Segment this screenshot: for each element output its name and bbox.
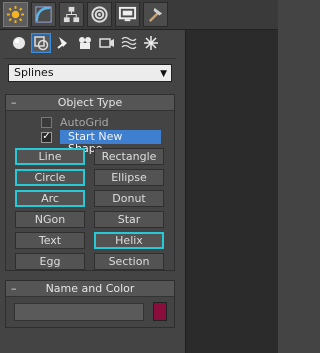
collapse-icon: – xyxy=(11,282,17,295)
object-type-header[interactable]: – Object Type xyxy=(6,95,174,111)
star-button[interactable]: Star xyxy=(94,211,164,228)
helpers-icon xyxy=(99,38,114,48)
object-color-swatch[interactable] xyxy=(153,302,167,321)
modify-icon xyxy=(35,6,52,23)
utilities-icon xyxy=(148,7,163,22)
motion-icon xyxy=(91,6,108,23)
autogrid-checkbox[interactable] xyxy=(41,117,52,128)
systems-button[interactable] xyxy=(142,34,160,52)
utilities-tab[interactable] xyxy=(143,2,168,27)
display-tab[interactable] xyxy=(115,2,140,27)
display-icon xyxy=(118,6,137,22)
geometry-icon xyxy=(13,37,25,49)
category-dropdown[interactable]: Splines ▼ xyxy=(8,64,172,82)
shapes-button[interactable] xyxy=(31,33,51,53)
autogrid-row: AutoGrid xyxy=(41,116,109,129)
object-type-title: Object Type xyxy=(57,96,123,109)
object-name-input[interactable] xyxy=(14,303,144,321)
start-new-shape-button[interactable]: Start New Shape xyxy=(60,130,161,155)
ngon-button[interactable]: NGon xyxy=(15,211,85,228)
panel-divider[interactable] xyxy=(178,30,186,353)
helpers-button[interactable] xyxy=(98,34,116,52)
collapse-icon: – xyxy=(11,96,17,109)
create-tab[interactable] xyxy=(3,2,28,27)
hierarchy-tab[interactable] xyxy=(59,2,84,27)
ellipse-button[interactable]: Ellipse xyxy=(94,169,164,186)
start-new-shape-checkbox[interactable]: ✓ xyxy=(41,131,52,143)
lights-icon xyxy=(57,37,67,49)
systems-icon xyxy=(144,36,158,50)
autogrid-label: AutoGrid xyxy=(60,116,109,129)
geometry-button[interactable] xyxy=(10,34,28,52)
chevron-down-icon: ▼ xyxy=(160,69,167,79)
separator xyxy=(4,58,176,59)
section-button[interactable]: Section xyxy=(94,253,164,270)
hierarchy-icon xyxy=(63,6,80,23)
cameras-icon xyxy=(79,37,91,49)
start-new-shape-row: ✓ Start New Shape xyxy=(41,130,161,155)
viewport-area[interactable] xyxy=(186,30,278,353)
text-button[interactable]: Text xyxy=(15,232,85,249)
name-and-color-rollout: – Name and Color xyxy=(5,280,175,328)
object-type-rollout: – Object Type AutoGrid ✓ Start New Shape… xyxy=(5,94,175,271)
command-panel-tabs xyxy=(0,0,278,30)
modify-tab[interactable] xyxy=(31,2,56,27)
donut-button[interactable]: Donut xyxy=(94,190,164,207)
dropdown-value: Splines xyxy=(14,66,54,79)
name-and-color-title: Name and Color xyxy=(45,282,135,295)
lights-button[interactable] xyxy=(54,34,72,52)
space-warps-icon xyxy=(121,36,137,50)
helix-button[interactable]: Helix xyxy=(94,232,164,249)
shapes-icon xyxy=(34,36,49,51)
line-button[interactable]: Line xyxy=(15,148,85,165)
category-icons xyxy=(10,33,160,56)
create-icon xyxy=(6,5,25,24)
arc-button[interactable]: Arc xyxy=(15,190,85,207)
rectangle-button[interactable]: Rectangle xyxy=(94,148,164,165)
motion-tab[interactable] xyxy=(87,2,112,27)
cameras-button[interactable] xyxy=(76,34,94,52)
circle-button[interactable]: Circle xyxy=(15,169,85,186)
space-warps-button[interactable] xyxy=(120,34,138,52)
egg-button[interactable]: Egg xyxy=(15,253,85,270)
name-and-color-header[interactable]: – Name and Color xyxy=(6,281,174,297)
